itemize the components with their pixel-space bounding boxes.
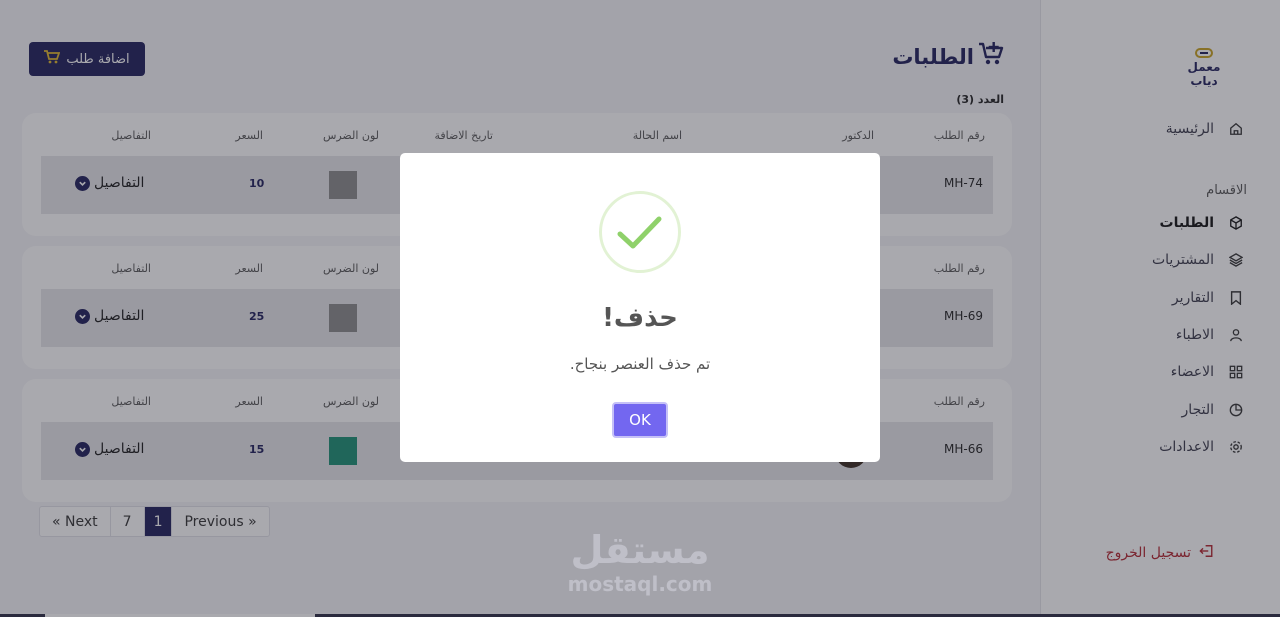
success-check-icon <box>599 191 681 273</box>
dialog-title: حذف! <box>602 303 678 333</box>
success-dialog: حذف! تم حذف العنصر بنجاح. OK <box>400 153 880 462</box>
watermark: مستقل mostaql.com <box>560 528 720 596</box>
ok-button[interactable]: OK <box>612 402 668 438</box>
watermark-arabic: مستقل <box>570 528 710 572</box>
watermark-english: mostaql.com <box>567 572 713 596</box>
dialog-message: تم حذف العنصر بنجاح. <box>569 355 711 373</box>
